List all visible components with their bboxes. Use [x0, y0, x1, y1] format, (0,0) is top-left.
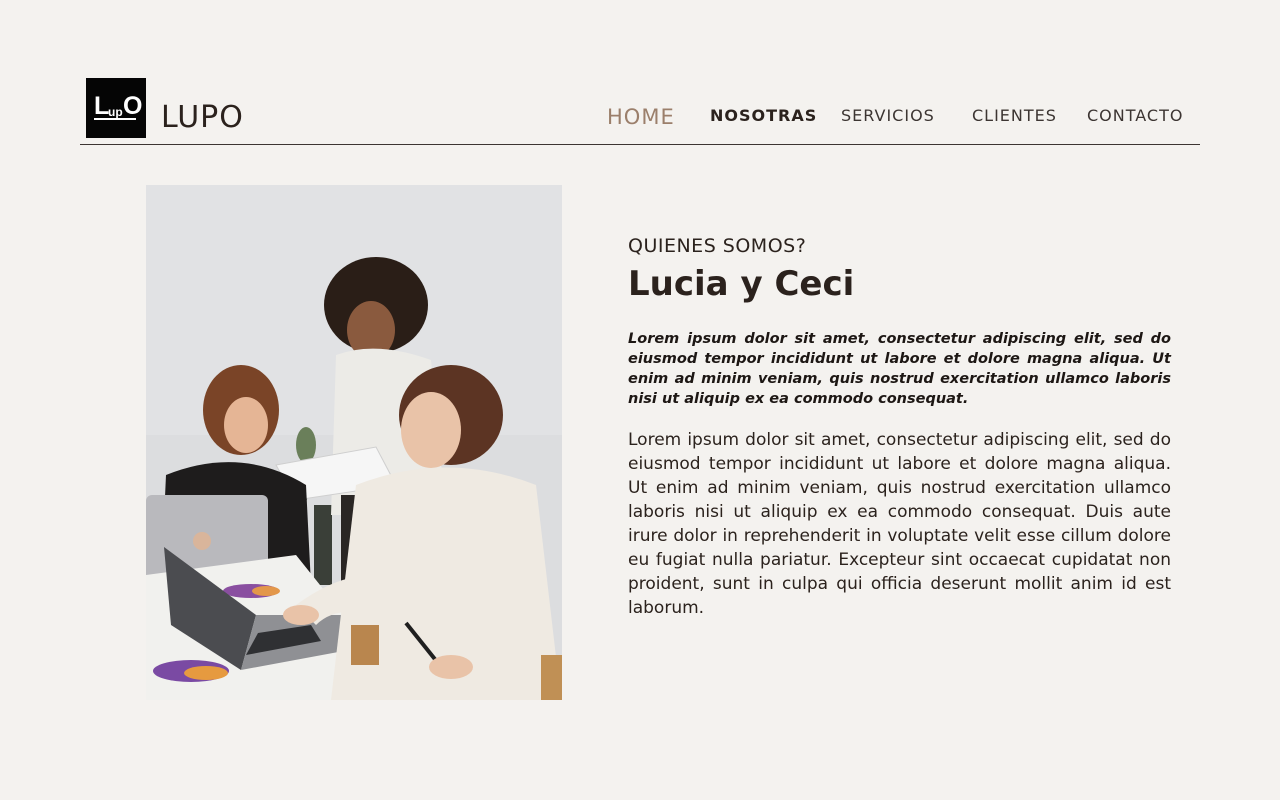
nav-servicios[interactable]: SERVICIOS [841, 106, 935, 125]
nav-nosotras[interactable]: NOSOTRAS [710, 106, 817, 125]
lead-paragraph: Lorem ipsum dolor sit amet, consectetur … [628, 331, 1171, 407]
laptop-back-logo [193, 532, 211, 550]
section-eyebrow: QUIENES SOMOS? [628, 235, 807, 257]
header-divider [80, 144, 1200, 145]
page: L up O LUPO HOME NOSOTRAS SERVICIOS CLIE… [0, 0, 1280, 800]
brand-name[interactable]: LUPO [161, 100, 244, 135]
nav-contacto[interactable]: CONTACTO [1087, 106, 1183, 125]
logo-letters-up: up [108, 105, 123, 119]
section-title: Lucia y Ceci [628, 264, 855, 304]
nav-home[interactable]: HOME [607, 105, 675, 129]
logo-letter-o: O [123, 92, 143, 120]
body-paragraph: Lorem ipsum dolor sit amet, consectetur … [628, 430, 1171, 618]
logo-letter-l: L [94, 92, 109, 120]
logo-underline [94, 118, 136, 120]
team-photo [146, 185, 562, 700]
chair [541, 655, 562, 700]
team-photo-illustration [146, 185, 562, 700]
chair-left [351, 625, 379, 665]
nav-clientes[interactable]: CLIENTES [972, 106, 1057, 125]
logo[interactable]: L up O [86, 78, 146, 138]
